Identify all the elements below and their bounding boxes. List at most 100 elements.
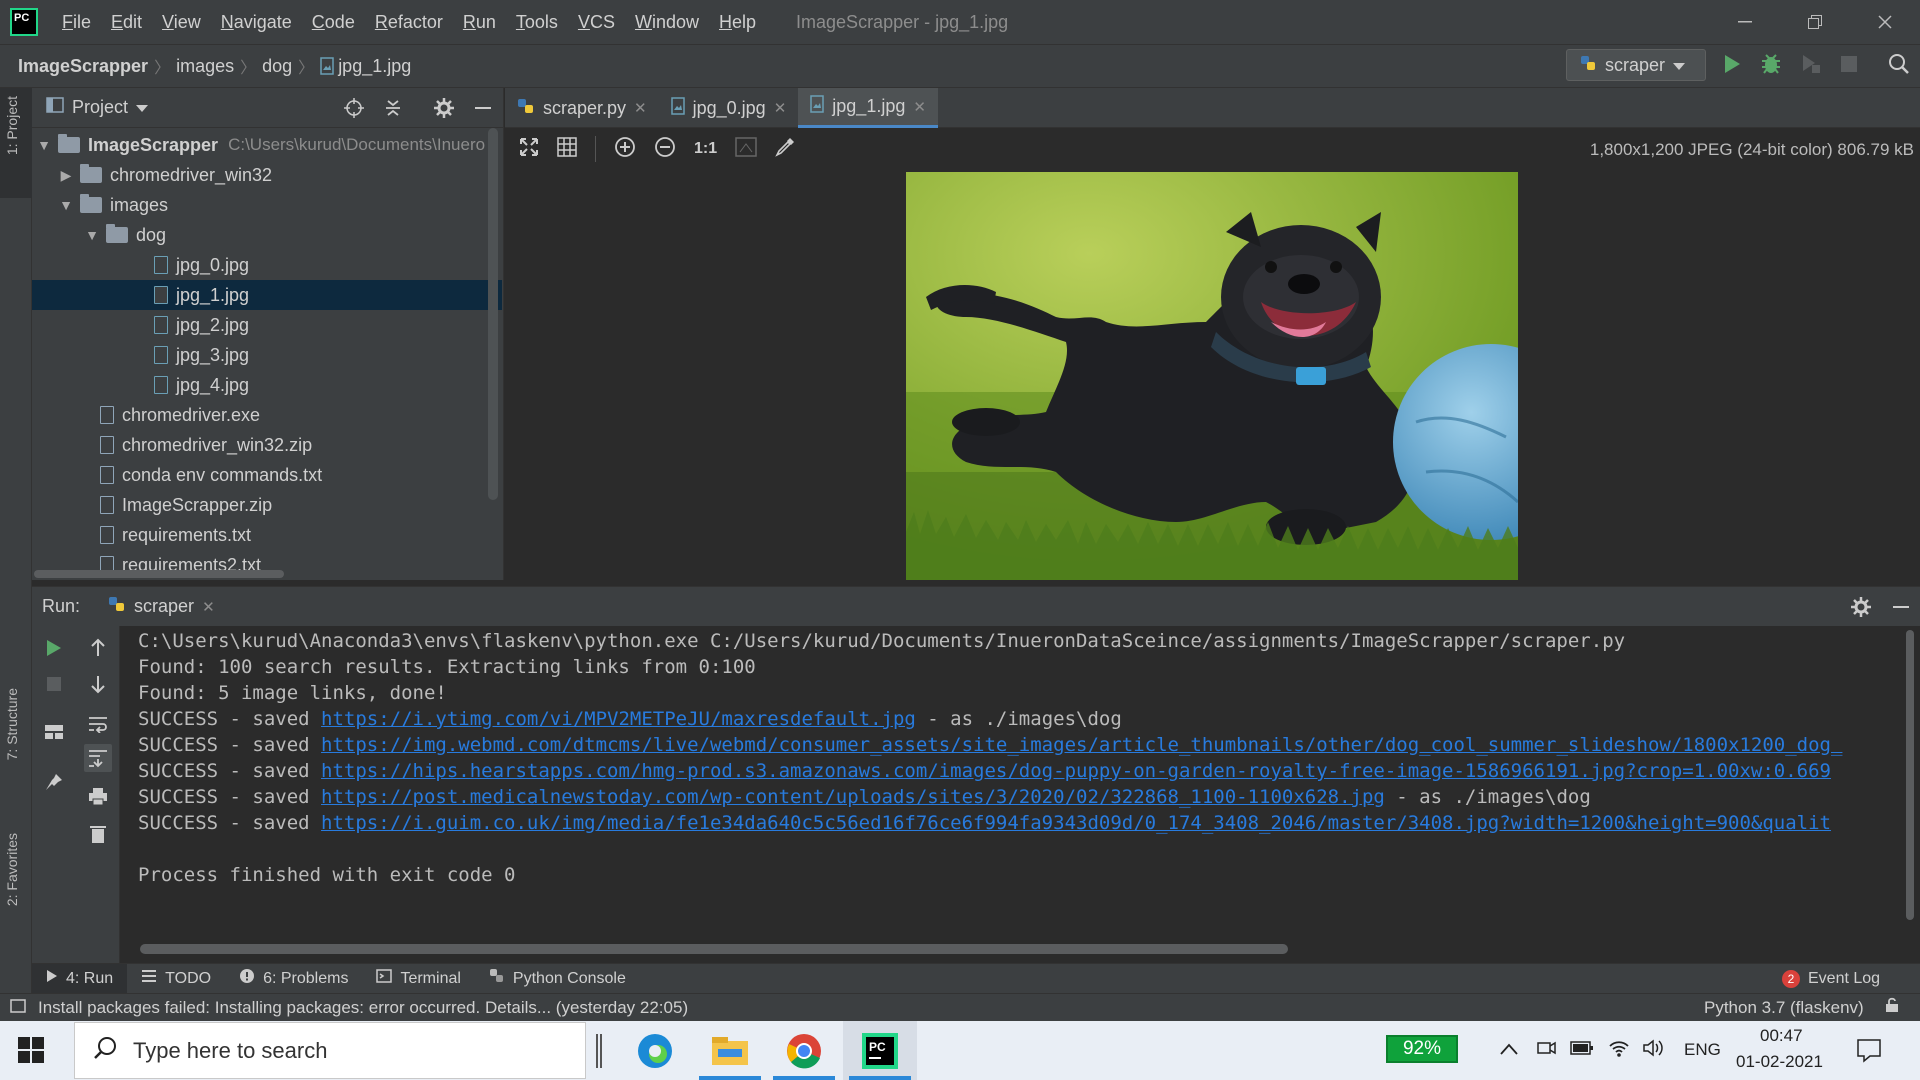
- run-button[interactable]: [1722, 53, 1742, 80]
- clock-time[interactable]: 00:47: [1760, 1026, 1803, 1046]
- rerun-icon[interactable]: [42, 636, 66, 660]
- run-with-coverage-icon[interactable]: [1800, 53, 1822, 80]
- menu-help[interactable]: Help: [709, 12, 766, 33]
- project-vertical-scrollbar[interactable]: [488, 128, 498, 500]
- collapse-all-icon[interactable]: [384, 98, 402, 123]
- console-link[interactable]: https://img.webmd.com/dtmcms/live/webmd/…: [321, 734, 1842, 756]
- battery-indicator[interactable]: 92%: [1386, 1035, 1458, 1063]
- project-panel-title[interactable]: Project: [72, 97, 128, 118]
- hide-panel-icon[interactable]: [474, 98, 492, 123]
- project-tool-tab[interactable]: 1: Project: [4, 96, 20, 155]
- tree-item-selected[interactable]: jpg_1.jpg: [32, 280, 502, 310]
- event-log-tool-button[interactable]: 2 Event Log: [1768, 964, 1894, 994]
- debug-bug-icon[interactable]: [1760, 53, 1782, 80]
- chevron-down-icon[interactable]: [136, 97, 149, 118]
- menu-edit[interactable]: Edit: [101, 12, 152, 33]
- run-configuration-select[interactable]: scraper: [1566, 49, 1706, 81]
- chevron-down-icon[interactable]: ▼: [56, 197, 76, 213]
- fit-to-window-icon[interactable]: [519, 137, 539, 162]
- stop-icon[interactable]: [1840, 55, 1858, 78]
- console-link[interactable]: https://post.medicalnewstoday.com/wp-con…: [321, 786, 1385, 808]
- grid-icon[interactable]: [557, 136, 577, 162]
- console-link[interactable]: https://i.ytimg.com/vi/MPV2METPeJU/maxre…: [321, 708, 916, 730]
- background-toggle-icon[interactable]: [735, 136, 757, 162]
- tree-item[interactable]: ▶ chromedriver_win32: [32, 160, 502, 190]
- arrow-down-icon[interactable]: [86, 672, 110, 696]
- console-horizontal-scrollbar[interactable]: [140, 944, 1288, 954]
- scroll-to-end-icon[interactable]: [84, 744, 112, 772]
- hide-panel-icon[interactable]: [1892, 597, 1910, 622]
- print-icon[interactable]: [86, 784, 110, 808]
- close-window-button[interactable]: [1850, 0, 1920, 44]
- terminal-tool-button[interactable]: Terminal: [362, 964, 474, 994]
- console-link[interactable]: https://hips.hearstapps.com/hmg-prod.s3.…: [321, 760, 1831, 782]
- windows-start-icon[interactable]: [18, 1037, 44, 1068]
- lock-icon[interactable]: [1884, 997, 1900, 1018]
- tree-item[interactable]: jpg_2.jpg: [32, 310, 502, 340]
- chrome-browser-icon[interactable]: [767, 1021, 841, 1080]
- run-tab-scraper[interactable]: scraper ✕: [108, 595, 215, 618]
- close-tab-icon[interactable]: ✕: [774, 99, 787, 117]
- console-link[interactable]: https://i.guim.co.uk/img/media/fe1e34da6…: [321, 812, 1831, 834]
- favorites-tool-tab[interactable]: 2: Favorites: [4, 833, 20, 906]
- problems-tool-button[interactable]: 6: Problems: [225, 964, 362, 994]
- restore-button[interactable]: [1780, 0, 1850, 44]
- tab-jpg-1[interactable]: jpg_1.jpg ✕: [798, 88, 938, 128]
- tree-item[interactable]: ▼ images: [32, 190, 502, 220]
- chevron-right-icon[interactable]: ▶: [56, 167, 76, 184]
- volume-icon[interactable]: [1642, 1038, 1664, 1063]
- chevron-down-icon[interactable]: ▼: [82, 227, 102, 243]
- edge-browser-icon[interactable]: [618, 1021, 692, 1080]
- menu-tools[interactable]: Tools: [506, 12, 568, 33]
- tree-item[interactable]: jpg_3.jpg: [32, 340, 502, 370]
- run-console[interactable]: C:\Users\kurud\Anaconda3\envs\flaskenv\p…: [120, 626, 1920, 966]
- locate-icon[interactable]: [344, 98, 364, 123]
- tab-jpg-0[interactable]: jpg_0.jpg ✕: [659, 88, 799, 128]
- menu-navigate[interactable]: Navigate: [211, 12, 302, 33]
- trash-icon[interactable]: [86, 822, 110, 846]
- menu-view[interactable]: View: [152, 12, 211, 33]
- search-icon[interactable]: [1888, 53, 1910, 80]
- tree-item[interactable]: jpg_0.jpg: [32, 250, 502, 280]
- interpreter-label[interactable]: Python 3.7 (flaskenv): [1704, 998, 1864, 1018]
- task-view-icon[interactable]: [596, 1034, 602, 1068]
- zoom-out-icon[interactable]: [654, 136, 676, 163]
- python-console-tool-button[interactable]: Python Console: [475, 964, 640, 994]
- minimize-button[interactable]: [1710, 0, 1780, 44]
- zoom-in-icon[interactable]: [614, 136, 636, 163]
- arrow-up-icon[interactable]: [86, 636, 110, 660]
- menu-refactor[interactable]: Refactor: [365, 12, 453, 33]
- tree-item[interactable]: requirements.txt: [32, 520, 502, 550]
- meet-now-icon[interactable]: [1536, 1038, 1556, 1063]
- close-tab-icon[interactable]: ✕: [634, 99, 647, 117]
- pin-icon[interactable]: [42, 770, 66, 794]
- pycharm-taskbar-icon[interactable]: PC: [843, 1021, 917, 1080]
- chevron-up-icon[interactable]: [1500, 1040, 1518, 1060]
- breadcrumb-file[interactable]: jpg_1.jpg: [314, 56, 417, 77]
- breadcrumb-images[interactable]: images: [170, 56, 240, 77]
- tree-item[interactable]: chromedriver_win32.zip: [32, 430, 502, 460]
- menu-window[interactable]: Window: [625, 12, 709, 33]
- menu-run[interactable]: Run: [453, 12, 506, 33]
- chevron-down-icon[interactable]: ▼: [34, 137, 54, 153]
- close-tab-icon[interactable]: ✕: [913, 98, 926, 116]
- tree-item[interactable]: ▼ dog: [32, 220, 502, 250]
- breadcrumb-project[interactable]: ImageScrapper: [0, 56, 154, 77]
- gear-icon[interactable]: [434, 98, 454, 123]
- menu-file[interactable]: File: [52, 12, 101, 33]
- console-vertical-scrollbar[interactable]: [1906, 630, 1914, 920]
- gear-icon[interactable]: [1851, 597, 1871, 622]
- toggle-tool-windows-icon[interactable]: [10, 998, 26, 1018]
- layout-icon[interactable]: [42, 720, 66, 744]
- language-indicator[interactable]: ENG: [1684, 1040, 1721, 1060]
- stop-icon[interactable]: [42, 672, 66, 696]
- color-picker-icon[interactable]: [775, 137, 795, 162]
- menu-code[interactable]: Code: [302, 12, 365, 33]
- soft-wrap-icon[interactable]: [86, 712, 110, 736]
- actual-size-button[interactable]: 1:1: [694, 140, 717, 158]
- structure-tool-tab[interactable]: 7: Structure: [4, 688, 20, 760]
- notifications-icon[interactable]: [1856, 1037, 1882, 1068]
- tree-item[interactable]: ImageScrapper.zip: [32, 490, 502, 520]
- run-tool-button[interactable]: 4: Run: [32, 963, 128, 994]
- tree-root[interactable]: ▼ ImageScrapper C:\Users\kurud\Documents…: [32, 130, 502, 160]
